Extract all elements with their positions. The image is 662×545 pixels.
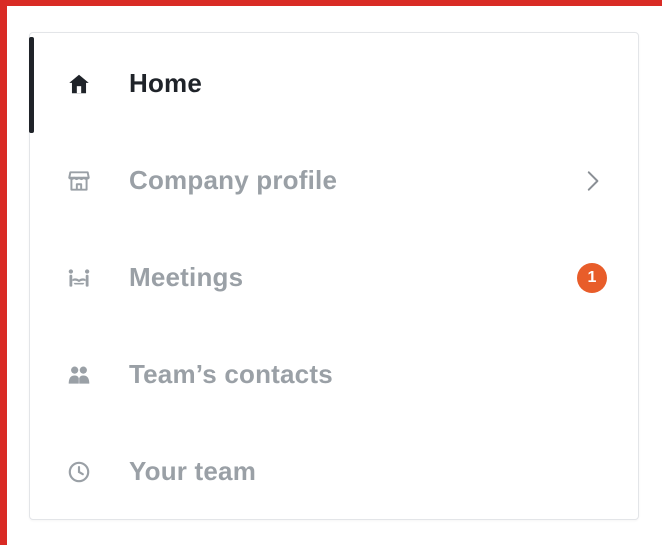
sidebar-item-company-profile[interactable]: Company profile [30, 132, 638, 229]
storefront-icon [64, 166, 94, 196]
sidebar-item-your-team[interactable]: Your team [30, 423, 638, 520]
sidebar-nav: Home Company profile Meetings 1 Team’s c… [29, 32, 639, 520]
clock-icon [64, 457, 94, 487]
people-icon [64, 360, 94, 390]
sidebar-item-label: Meetings [129, 262, 244, 292]
notification-badge: 1 [577, 262, 607, 293]
sidebar-item-home[interactable]: Home [29, 35, 638, 133]
sidebar-item-teams-contacts[interactable]: Team’s contacts [30, 326, 638, 423]
sidebar-item-label: Home [129, 68, 203, 98]
home-icon [64, 69, 94, 99]
sidebar-item-meetings[interactable]: Meetings 1 [30, 229, 638, 326]
window-frame-top [0, 0, 662, 6]
sidebar-item-label: Company profile [129, 165, 338, 195]
handshake-icon [64, 263, 94, 293]
sidebar-item-label: Your team [129, 456, 257, 486]
chevron-right-icon[interactable] [578, 167, 606, 195]
window-frame-left [0, 0, 7, 545]
sidebar-item-label: Team’s contacts [129, 359, 333, 389]
